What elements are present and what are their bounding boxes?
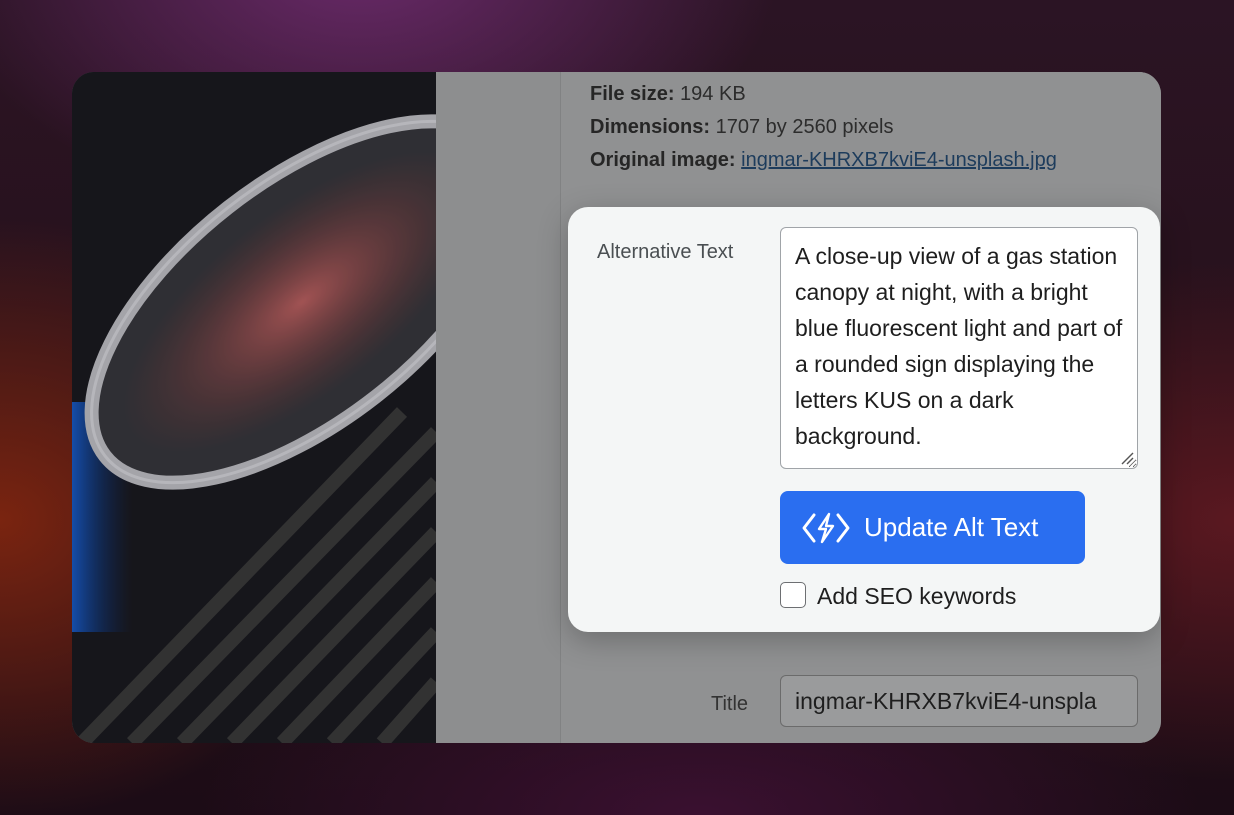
- seo-keywords-checkbox[interactable]: [780, 582, 806, 608]
- alt-text-card: Alternative Text A close-up view of a ga…: [568, 207, 1160, 632]
- update-alt-text-label: Update Alt Text: [864, 512, 1039, 542]
- neon-sign-photo: [72, 72, 436, 743]
- title-input[interactable]: ingmar-KHRXB7kviE4-unspla: [780, 675, 1138, 727]
- file-size-row: File size: 194 KB: [590, 78, 1057, 111]
- alt-text-textarea[interactable]: A close-up view of a gas station canopy …: [780, 227, 1138, 469]
- dimensions-label: Dimensions:: [590, 116, 711, 138]
- title-label: Title: [711, 693, 749, 715]
- update-alt-text-button[interactable]: Update Alt Text: [780, 491, 1085, 564]
- original-image-link[interactable]: ingmar-KHRXB7kviE4-unsplash.jpg: [741, 149, 1057, 171]
- original-image-label: Original image:: [590, 149, 736, 171]
- resize-handle-icon[interactable]: [1120, 451, 1134, 465]
- file-size-value: 194 KB: [680, 83, 746, 105]
- preview-margin: [436, 72, 560, 743]
- original-image-row: Original image: ingmar-KHRXB7kviE4-unspl…: [590, 144, 1057, 177]
- attachment-meta: File size: 194 KB Dimensions: 1707 by 25…: [590, 78, 1057, 177]
- dimensions-value: 1707 by 2560 pixels: [715, 116, 894, 138]
- sparkle-code-icon: [802, 512, 850, 544]
- alt-text-label: Alternative Text: [597, 241, 734, 263]
- dimensions-row: Dimensions: 1707 by 2560 pixels: [590, 111, 1057, 144]
- image-preview: [72, 72, 436, 743]
- alt-text-value: A close-up view of a gas station canopy …: [795, 243, 1123, 449]
- title-field-row: Title ingmar-KHRXB7kviE4-unspla: [561, 675, 1161, 731]
- seo-keywords-label[interactable]: Add SEO keywords: [817, 583, 1016, 610]
- file-size-label: File size:: [590, 83, 675, 105]
